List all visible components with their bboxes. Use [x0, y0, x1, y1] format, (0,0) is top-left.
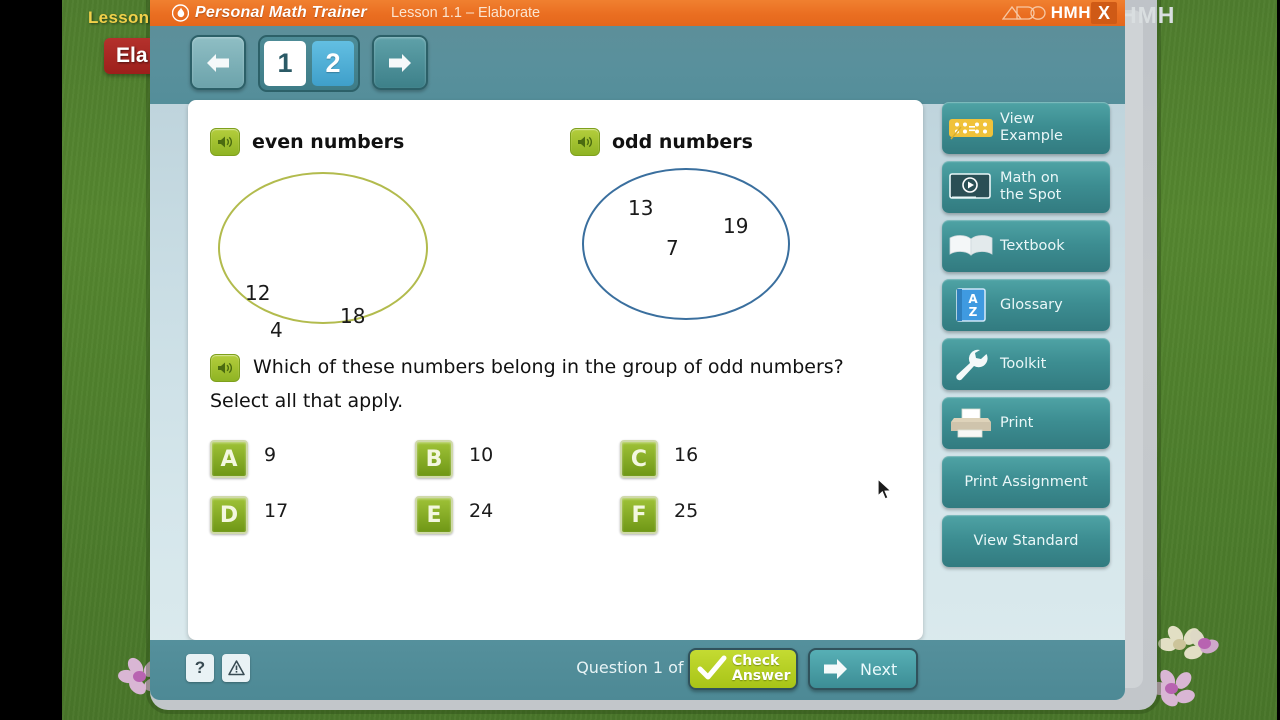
- answer-choice-f[interactable]: F 25: [620, 496, 825, 534]
- speaker-icon[interactable]: [570, 128, 600, 156]
- answer-choice-d[interactable]: D 17: [210, 496, 415, 534]
- open-book-icon: [942, 220, 1000, 272]
- next-question-button[interactable]: [372, 35, 428, 90]
- group-header-odd: odd numbers: [570, 128, 753, 156]
- az-book-icon: A Z: [942, 279, 1000, 331]
- choice-value-d: 17: [264, 500, 289, 522]
- even-number: 18: [340, 304, 366, 328]
- question-content-card: even numbers 12 4 18 odd numbers 13 19 7: [188, 100, 923, 640]
- choice-value-b: 10: [469, 444, 494, 466]
- check-answer-label: Check Answer: [732, 653, 791, 684]
- background-hmh-wordmark: HMH: [1120, 2, 1176, 28]
- video-play-icon: [942, 161, 1000, 213]
- choice-letter-b[interactable]: B: [415, 440, 453, 478]
- print-label: Print: [1000, 414, 1034, 431]
- speaker-icon[interactable]: [210, 128, 240, 156]
- choice-letter-a[interactable]: A: [210, 440, 248, 478]
- mouse-cursor: [877, 478, 893, 500]
- venn-circle-odd: [582, 168, 790, 320]
- pagination-controls: 1 2: [190, 35, 428, 92]
- textbook-button[interactable]: Textbook: [942, 220, 1110, 272]
- page-tab-2[interactable]: 2: [312, 41, 354, 86]
- group-label-odd: odd numbers: [612, 131, 753, 153]
- previous-question-button[interactable]: [190, 35, 246, 90]
- print-assignment-label: Print Assignment: [964, 473, 1088, 490]
- svg-text:Z: Z: [969, 305, 978, 319]
- print-assignment-button[interactable]: Print Assignment: [942, 456, 1110, 508]
- question-instruction: Select all that apply.: [210, 390, 404, 412]
- view-example-button[interactable]: View Example: [942, 102, 1110, 154]
- view-example-label: View Example: [1000, 111, 1063, 144]
- view-standard-label: View Standard: [973, 532, 1079, 549]
- odd-number: 19: [723, 214, 749, 238]
- group-header-even: even numbers: [210, 128, 404, 156]
- textbook-label: Textbook: [1000, 237, 1065, 254]
- even-number: 4: [270, 318, 283, 342]
- svg-text:A: A: [968, 292, 978, 306]
- app-header: Personal Math Trainer Lesson 1.1 – Elabo…: [150, 0, 1125, 26]
- choice-letter-c[interactable]: C: [620, 440, 658, 478]
- hmh-logo: HMH X: [1001, 0, 1117, 26]
- question-text: Which of these numbers belong in the gro…: [253, 356, 844, 378]
- flower-decoration: [1168, 627, 1221, 666]
- wrench-icon: [942, 338, 1000, 390]
- printer-icon: [942, 397, 1000, 449]
- page-tab-group: 1 2: [258, 35, 360, 92]
- hmh-x-badge: X: [1091, 2, 1117, 24]
- next-button-label: Next: [860, 659, 898, 679]
- app-brand-title: Personal Math Trainer: [195, 4, 367, 21]
- question-counter: Question 1 of 2: [576, 658, 699, 677]
- even-number: 12: [245, 281, 271, 305]
- choice-value-a: 9: [264, 444, 277, 466]
- next-button[interactable]: Next: [808, 648, 918, 690]
- speaker-icon[interactable]: [210, 354, 240, 382]
- answer-choice-a[interactable]: A 9: [210, 440, 415, 478]
- choice-letter-e[interactable]: E: [415, 496, 453, 534]
- page-tab-1[interactable]: 1: [264, 41, 306, 86]
- lesson-title: Lesson 1.1 – Elaborate: [390, 5, 541, 21]
- abacus-icon: [942, 102, 1000, 154]
- view-standard-button[interactable]: View Standard: [942, 515, 1110, 567]
- glossary-button[interactable]: A Z Glossary: [942, 279, 1110, 331]
- navigation-bar: 1 2: [150, 26, 1125, 104]
- hmh-shapes-icon: [1001, 5, 1048, 21]
- choice-letter-d[interactable]: D: [210, 496, 248, 534]
- group-label-even: even numbers: [252, 131, 405, 153]
- prev-arrow-icon: [207, 53, 229, 72]
- bottom-toolbar: ? Question 1 of 2 Check Answer Next: [150, 640, 1125, 700]
- tool-rail: View Example Math on the Spot Textbook A…: [942, 102, 1110, 574]
- flame-icon: [172, 4, 189, 22]
- next-arrow-icon: [389, 53, 411, 72]
- choice-value-e: 24: [469, 500, 494, 522]
- arrow-right-icon: [824, 659, 847, 679]
- odd-number: 7: [666, 236, 679, 260]
- answer-choice-b[interactable]: B 10: [415, 440, 620, 478]
- answer-choice-grid: A 9 B 10 C 16 D 17 E 24 F 25: [210, 440, 900, 534]
- personal-math-trainer-window: Personal Math Trainer Lesson 1.1 – Elabo…: [150, 0, 1125, 700]
- toolkit-button[interactable]: Toolkit: [942, 338, 1110, 390]
- glossary-label: Glossary: [1000, 296, 1063, 313]
- choice-value-f: 25: [674, 500, 699, 522]
- question-block: Which of these numbers belong in the gro…: [210, 352, 900, 416]
- background-lesson-label: Lesson: [88, 8, 150, 27]
- choice-letter-f[interactable]: F: [620, 496, 658, 534]
- hmh-wordmark: HMH: [1050, 3, 1091, 22]
- answer-choice-c[interactable]: C 16: [620, 440, 825, 478]
- toolkit-label: Toolkit: [1000, 355, 1047, 372]
- question-line-2: Select all that apply.: [210, 386, 900, 416]
- question-line-1: Which of these numbers belong in the gro…: [210, 352, 900, 382]
- math-on-the-spot-button[interactable]: Math on the Spot: [942, 161, 1110, 213]
- check-answer-button[interactable]: Check Answer: [688, 648, 798, 690]
- checkmark-icon: [697, 655, 727, 680]
- print-button[interactable]: Print: [942, 397, 1110, 449]
- answer-choice-e[interactable]: E 24: [415, 496, 620, 534]
- choice-value-c: 16: [674, 444, 699, 466]
- math-on-the-spot-label: Math on the Spot: [1000, 170, 1062, 203]
- odd-number: 13: [628, 196, 654, 220]
